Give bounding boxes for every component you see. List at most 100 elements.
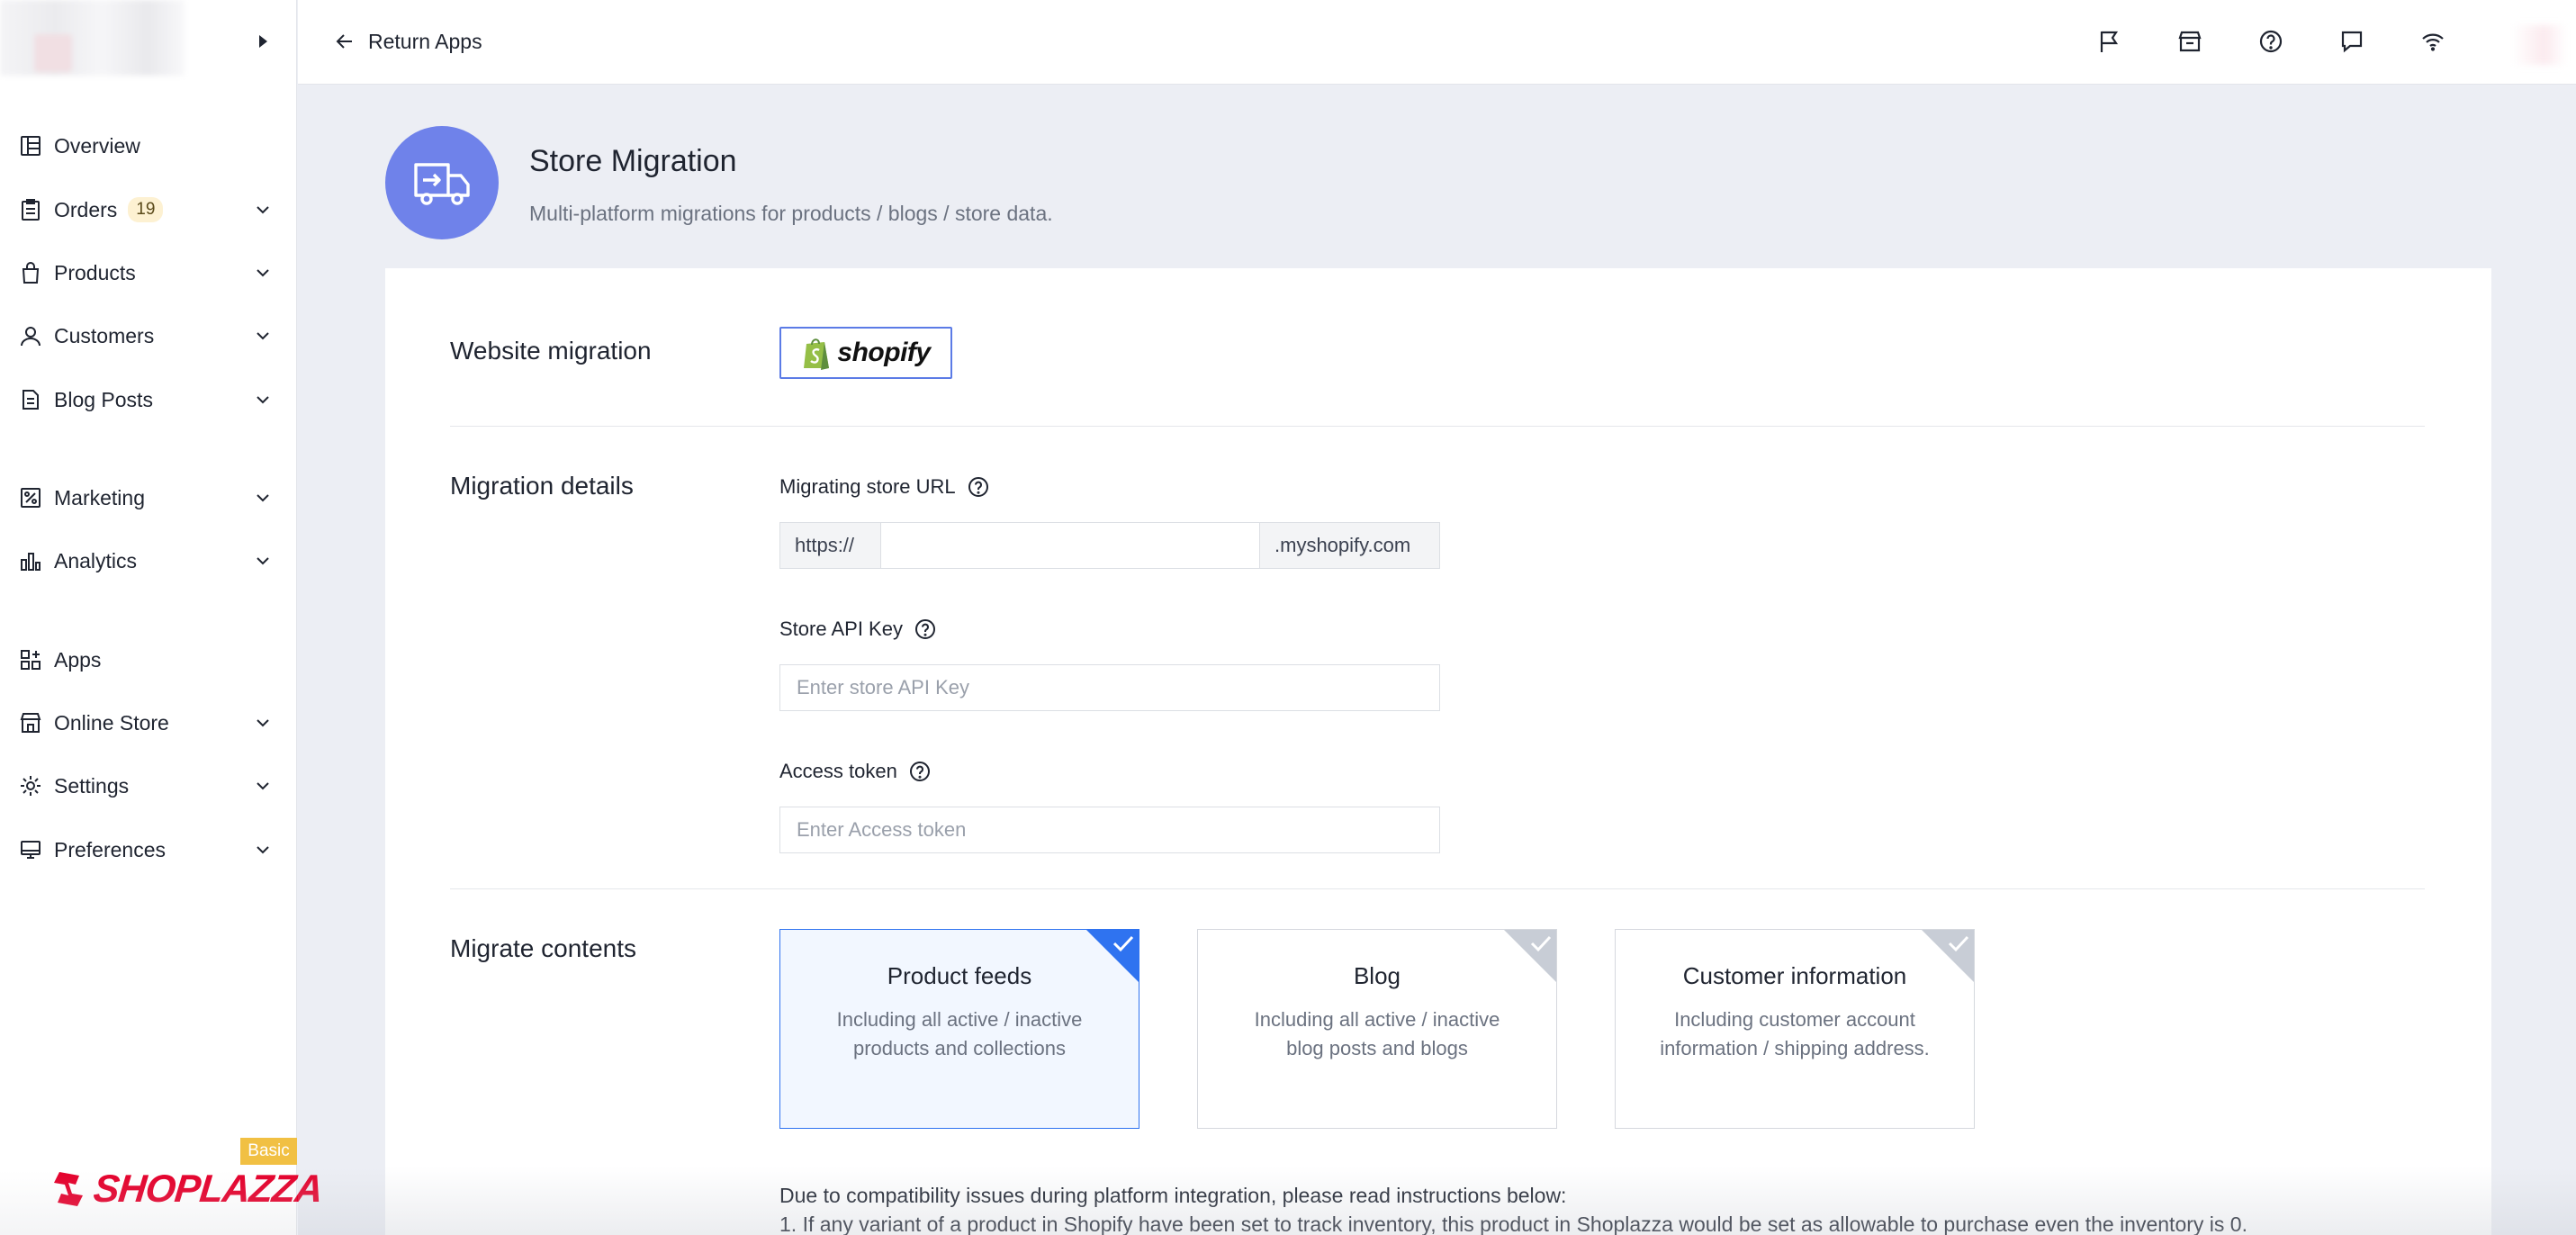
flag-button[interactable] [2093, 25, 2125, 58]
chevron-down-icon [257, 846, 269, 854]
access-token-label: Access token [779, 760, 932, 783]
shoplazza-logo[interactable]: SHOPLAZZA [50, 1165, 325, 1213]
section-divider [450, 888, 2425, 889]
shoplazza-logo-icon [54, 1172, 83, 1206]
check-icon [1948, 935, 1969, 952]
help-button[interactable] [2255, 25, 2287, 58]
sidebar-item-label: Marketing [54, 485, 145, 509]
access-token-input[interactable] [779, 807, 1440, 853]
migration-details-title: Migration details [450, 472, 634, 500]
check-icon [1112, 935, 1134, 952]
orders-count-badge: 19 [128, 197, 164, 222]
account-avatar[interactable] [2512, 25, 2566, 65]
chevron-down-icon [257, 269, 269, 277]
sidebar-item-products[interactable]: Products [0, 248, 297, 298]
chat-icon [2341, 31, 2363, 53]
chevron-down-icon [257, 719, 269, 727]
option-title: Product feeds [887, 962, 1032, 989]
url-prefix: https:// [779, 522, 880, 569]
sidebar-item-overview[interactable]: Overview [0, 121, 297, 171]
sidebar-item-preferences[interactable]: Preferences [0, 825, 297, 875]
orders-icon [18, 197, 43, 222]
compatibility-notice: Due to compatibility issues during platf… [779, 1181, 2247, 1235]
section-divider [450, 426, 2425, 427]
shopify-wordmark: shopify [837, 338, 931, 367]
sidebar-item-apps[interactable]: Apps [0, 635, 297, 685]
help-circle-icon[interactable] [914, 618, 937, 641]
content-option-product-feeds[interactable]: Product feeds Including all active / ina… [779, 929, 1139, 1129]
truck-icon [414, 163, 470, 205]
sidebar-item-label: Customers [54, 323, 155, 347]
option-description: Including all active / inactive blog pos… [1254, 1008, 1500, 1059]
content-option-customer-information[interactable]: Customer information Including customer … [1615, 929, 1975, 1129]
sidebar-item-label: Overview [54, 133, 140, 158]
plan-badge: Basic [240, 1138, 297, 1165]
sidebar-item-label: Online Store [54, 710, 169, 735]
sidebar-item-orders[interactable]: Orders 19 [0, 185, 297, 235]
settings-icon [18, 773, 43, 798]
sidebar-item-analytics[interactable]: Analytics [0, 536, 297, 586]
help-circle-icon[interactable] [967, 475, 990, 499]
store-button[interactable] [2174, 25, 2206, 58]
help-circle-icon[interactable] [908, 760, 932, 783]
blog-posts-icon [18, 387, 43, 412]
shopify-bag-icon [804, 338, 830, 370]
store-brand[interactable] [0, 0, 185, 76]
notice-intro: Due to compatibility issues during platf… [779, 1184, 1567, 1207]
sidebar-item-label: Orders [54, 197, 118, 221]
sidebar-item-online-store[interactable]: Online Store [0, 698, 297, 748]
sidebar-item-label: Blog Posts [54, 387, 153, 411]
shopify-platform-option[interactable]: shopify [779, 327, 952, 379]
sidebar-item-label: Preferences [54, 837, 167, 861]
chat-button[interactable] [2336, 25, 2368, 58]
access-token-label-text: Access token [779, 760, 897, 782]
option-description: Including all active / inactive products… [836, 1008, 1083, 1059]
migrate-contents-title: Migrate contents [450, 934, 636, 962]
store-url-label-text: Migrating store URL [779, 475, 956, 498]
website-migration-title: Website migration [450, 337, 652, 365]
option-description: Including customer account information /… [1660, 1008, 1930, 1059]
store-migration-app-icon [385, 126, 499, 239]
api-key-input[interactable] [779, 664, 1440, 711]
wifi-icon [2422, 33, 2444, 51]
page-subtitle: Multi-platform migrations for products /… [529, 202, 1053, 225]
migration-form-card: Website migration shopify Migration deta… [385, 268, 2491, 1235]
check-icon [1530, 935, 1552, 952]
return-apps-link[interactable]: Return Apps [334, 25, 482, 58]
caret-right-icon [259, 35, 267, 48]
sidebar-item-marketing[interactable]: Marketing [0, 473, 297, 523]
preferences-icon [18, 837, 43, 862]
arrow-left-icon [336, 34, 352, 49]
store-url-input[interactable] [880, 522, 1260, 569]
store-url-label: Migrating store URL [779, 475, 990, 499]
store-url-input-group: https:// .myshopify.com [779, 522, 1440, 569]
logo-text: SHOPLAZZA [91, 1167, 325, 1211]
sidebar-item-label: Analytics [54, 548, 138, 572]
chevron-down-icon [257, 782, 269, 790]
api-key-label-text: Store API Key [779, 618, 903, 640]
sidebar-item-customers[interactable]: Customers [0, 311, 297, 361]
sidebar-item-label: Settings [54, 773, 130, 798]
sidebar-item-label: Apps [54, 647, 102, 672]
chevron-down-icon [257, 494, 269, 502]
chevron-down-icon [257, 396, 269, 404]
customers-icon [18, 323, 43, 348]
notice-line-1: 1. If any variant of a product in Shopif… [779, 1212, 2247, 1235]
sidebar-item-settings[interactable]: Settings [0, 761, 297, 811]
page-title: Store Migration [529, 144, 737, 178]
option-title: Blog [1353, 962, 1401, 989]
content-option-blog[interactable]: Blog Including all active / inactive blo… [1197, 929, 1557, 1129]
api-key-label: Store API Key [779, 618, 937, 641]
sidebar-item-blog-posts[interactable]: Blog Posts [0, 374, 297, 425]
network-status-button[interactable] [2417, 25, 2449, 58]
store-icon [2178, 31, 2202, 52]
overview-icon [18, 133, 43, 158]
chevron-down-icon [257, 557, 269, 565]
apps-icon [18, 647, 43, 672]
help-icon [2259, 30, 2283, 53]
chevron-down-icon [257, 332, 269, 340]
sidebar-item-label: Products [54, 260, 136, 284]
return-apps-label: Return Apps [368, 29, 482, 53]
expand-sidebar-button[interactable] [254, 32, 272, 50]
analytics-icon [18, 548, 43, 573]
